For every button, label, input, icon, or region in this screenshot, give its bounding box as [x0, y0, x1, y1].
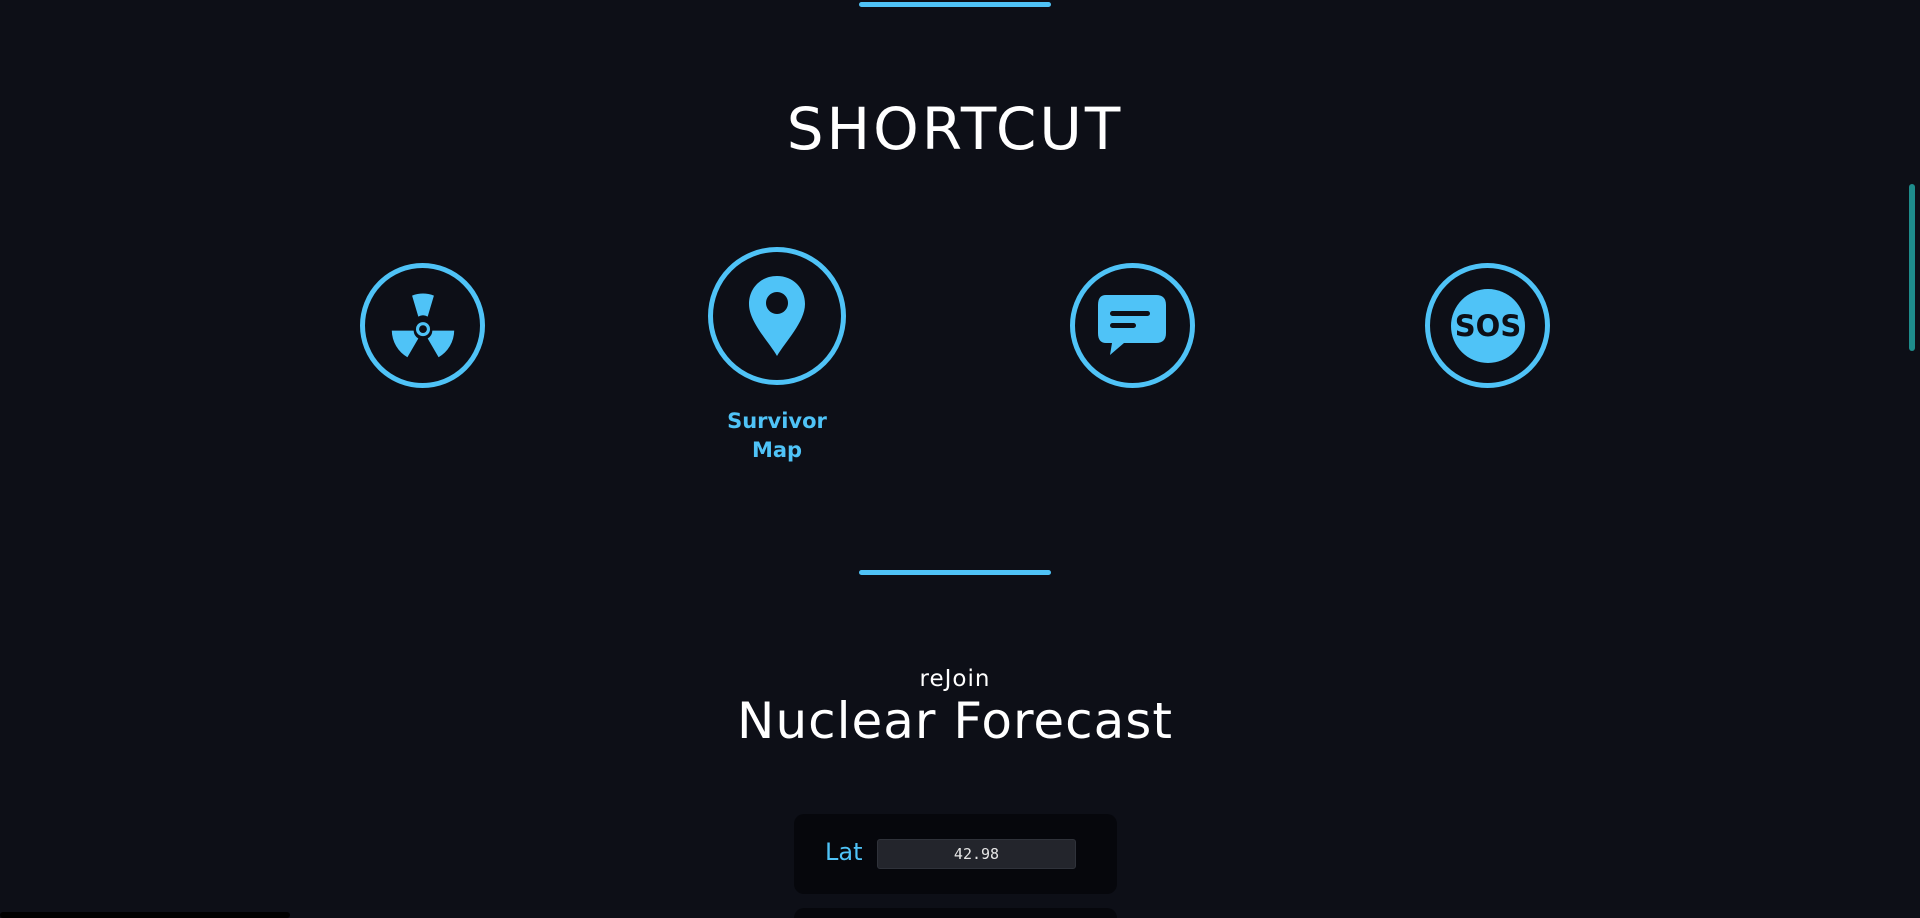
top-divider: [859, 2, 1051, 7]
sos-button[interactable]: SOS: [1425, 263, 1550, 388]
shortcut-radiation[interactable]: [360, 263, 485, 410]
shortcut-sos[interactable]: SOS: [1425, 263, 1550, 410]
map-pin-button[interactable]: [708, 247, 846, 385]
latitude-card: Lat: [794, 814, 1117, 894]
shortcut-chat[interactable]: [1070, 263, 1195, 410]
forecast-overline: reJoin: [919, 666, 991, 692]
page: SHORTCUT Survivor Map SOS reJoin Nuclear…: [0, 0, 1920, 918]
bottom-bar: [0, 912, 290, 918]
shortcut-survivor-map[interactable]: Survivor Map: [708, 247, 846, 465]
section-divider: [859, 570, 1051, 575]
radiation-button[interactable]: [360, 263, 485, 388]
chat-bubble-icon: [1097, 294, 1166, 355]
svg-text:SOS: SOS: [1454, 309, 1520, 343]
scrollbar-thumb[interactable]: [1909, 184, 1915, 351]
next-field-card: [794, 908, 1117, 918]
sos-icon: SOS: [1450, 288, 1525, 363]
radiation-icon: [391, 293, 454, 357]
latitude-input[interactable]: [877, 839, 1076, 869]
chat-button[interactable]: [1070, 263, 1195, 388]
forecast-title: Nuclear Forecast: [737, 692, 1173, 750]
section-title: SHORTCUT: [786, 95, 1124, 163]
latitude-label: Lat: [825, 838, 863, 866]
shortcut-label: Survivor Map: [727, 409, 827, 462]
map-pin-icon: [749, 276, 805, 356]
